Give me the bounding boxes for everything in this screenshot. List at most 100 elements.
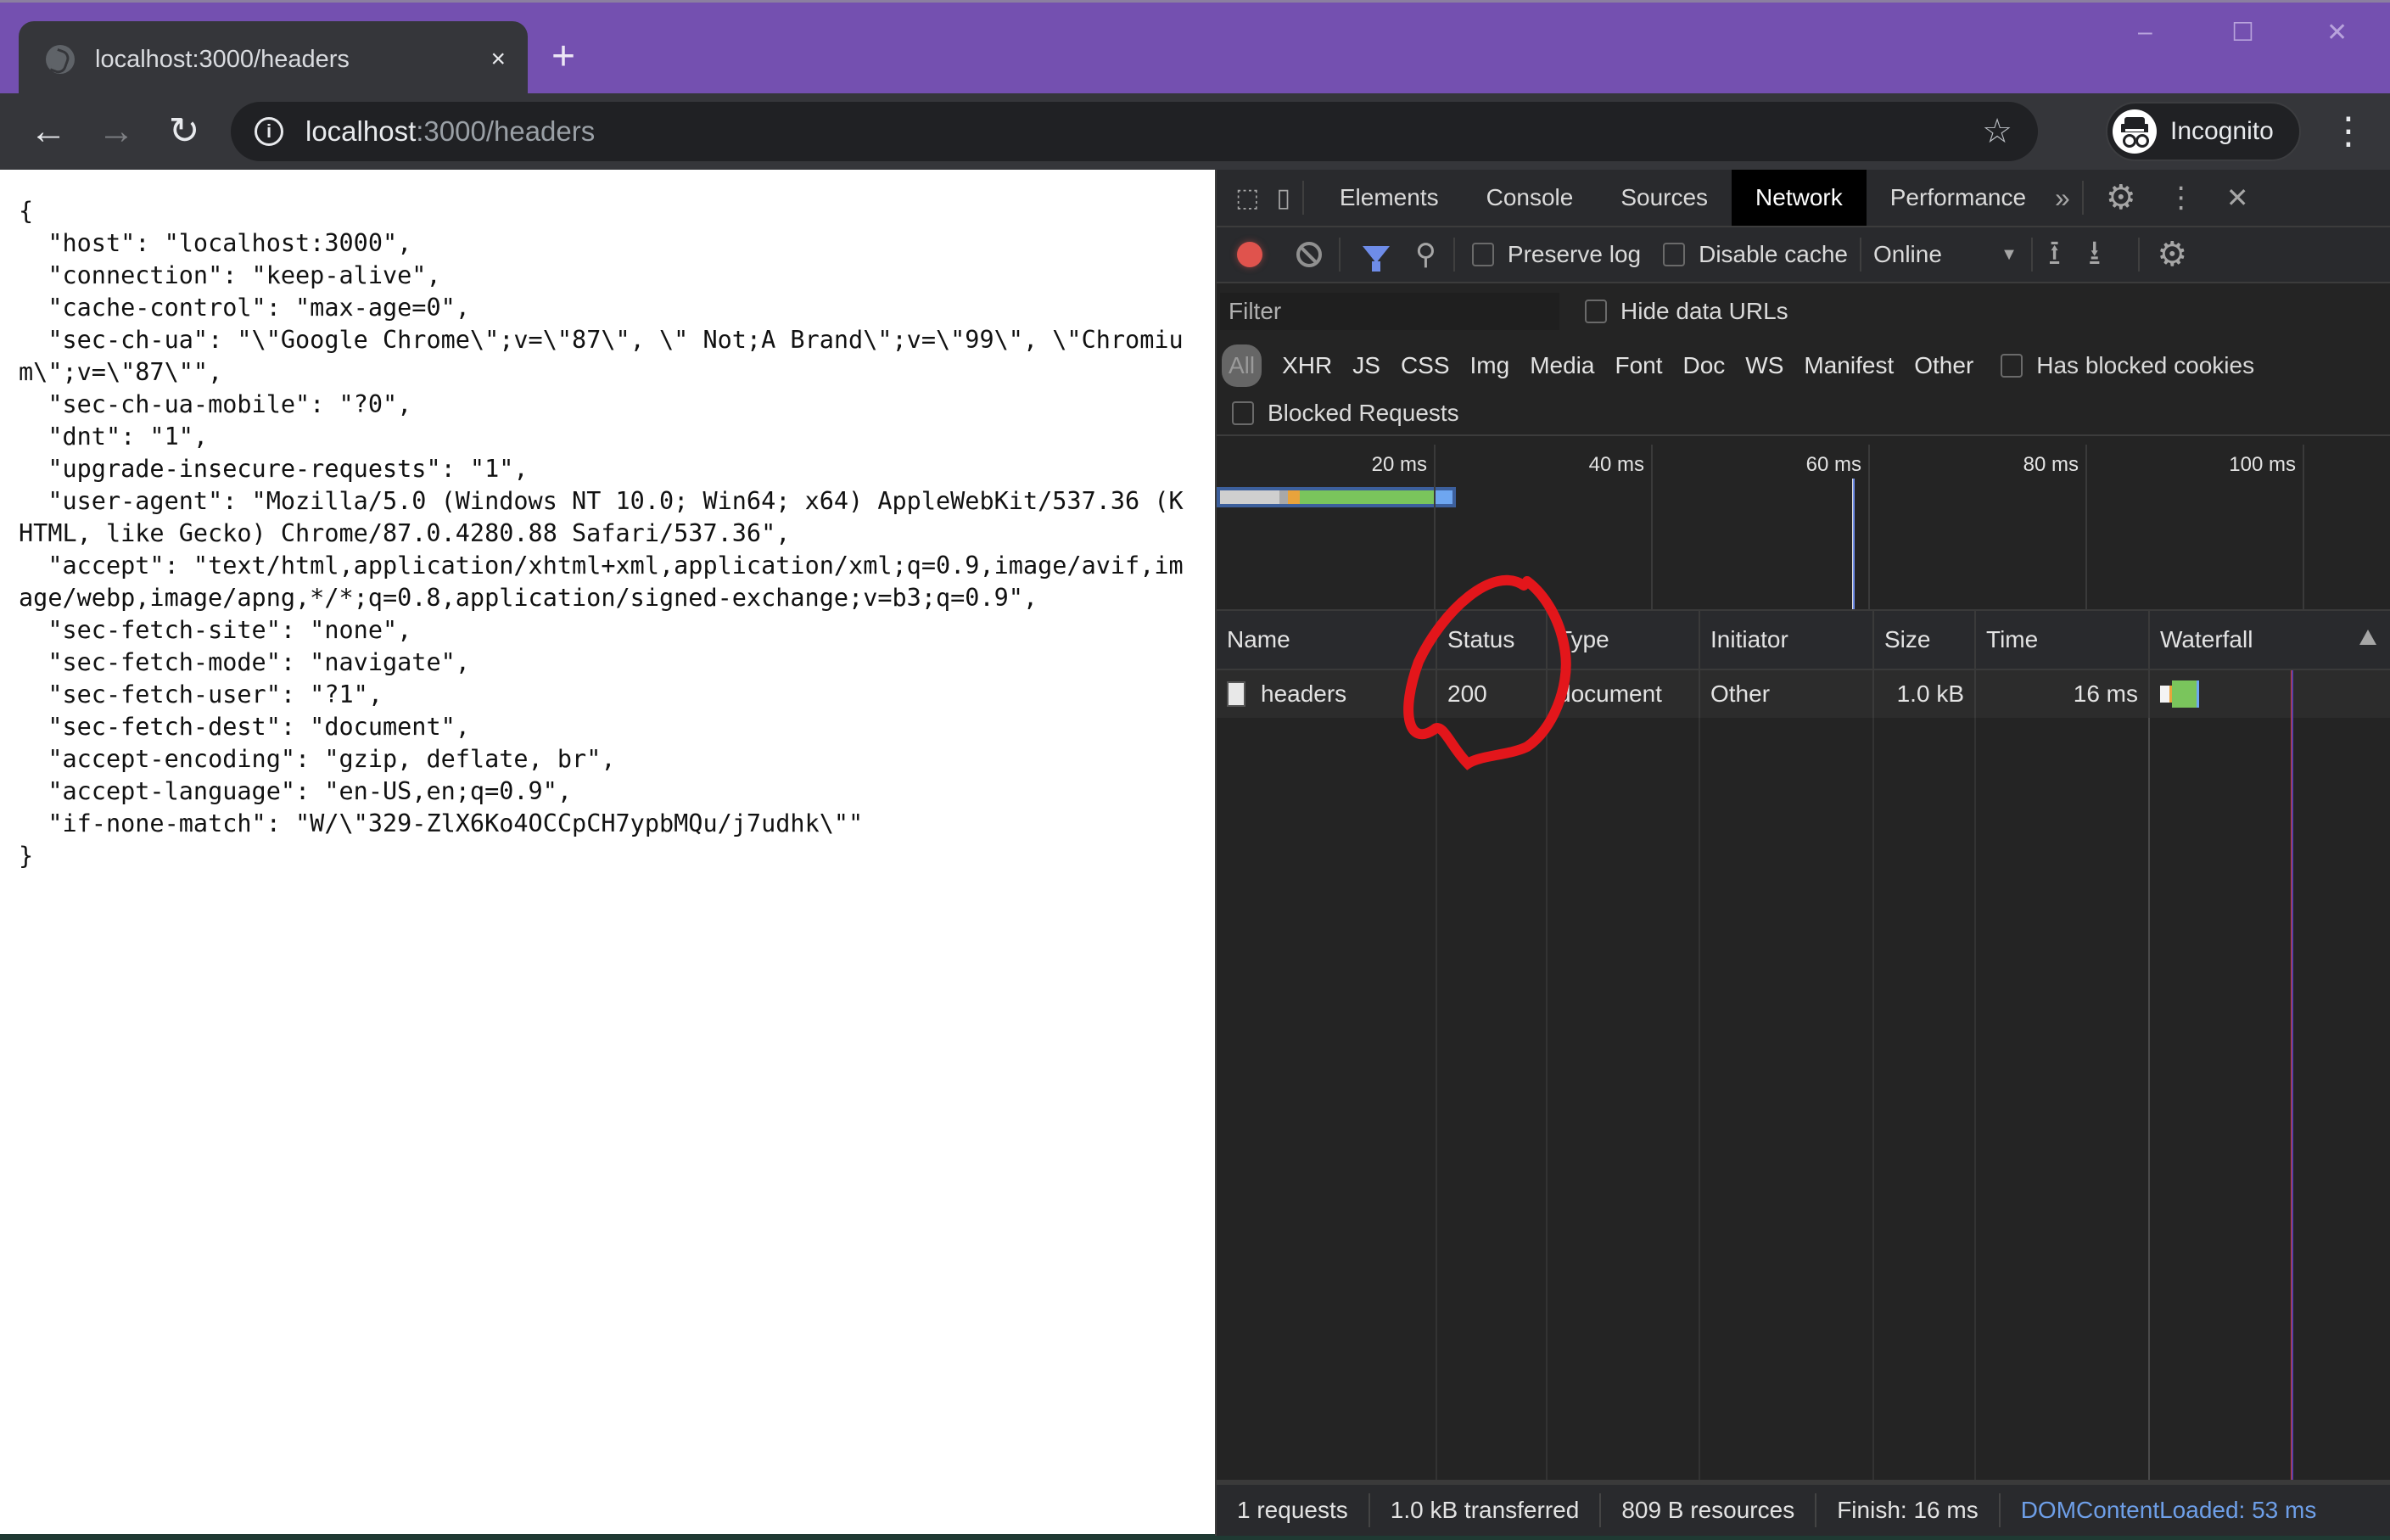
divider: [1452, 238, 1455, 272]
devtools-menu-icon[interactable]: ⋮: [2167, 181, 2196, 215]
tab-sources[interactable]: Sources: [1597, 170, 1732, 226]
bookmark-star-icon[interactable]: ☆: [1982, 112, 2012, 151]
inspect-element-icon[interactable]: ⬚: [1235, 183, 1259, 213]
dom-content-loaded-marker: [1851, 479, 1855, 609]
throttling-select[interactable]: Online ▼: [1873, 241, 2018, 268]
search-icon[interactable]: ⚲: [1415, 238, 1436, 272]
cell-initiator: Other: [1700, 670, 1874, 718]
window-close-button[interactable]: ✕: [2326, 18, 2348, 48]
filter-row: Hide data URLs: [1217, 283, 2390, 339]
forward-button[interactable]: →: [93, 109, 139, 154]
url-path: :3000/headers: [416, 115, 596, 147]
type-filter-font[interactable]: Font: [1604, 344, 1672, 387]
browser-tab[interactable]: localhost:3000/headers ×: [19, 21, 528, 98]
tab-network[interactable]: Network: [1732, 170, 1867, 226]
summary-requests: 1 requests: [1217, 1493, 1370, 1527]
blocked-requests-checkbox[interactable]: [1232, 401, 1254, 425]
divider: [2081, 181, 2084, 215]
maximize-button[interactable]: ☐: [2231, 18, 2254, 48]
overview-request-bar: [1217, 487, 1456, 507]
summary-dom-content-loaded: DOMContentLoaded: 53 ms: [2020, 1497, 2317, 1523]
cell-waterfall: [2150, 670, 2390, 718]
type-filter-manifest[interactable]: Manifest: [1794, 344, 1904, 387]
table-row[interactable]: headers 200 document Other 1.0 kB 16 ms: [1217, 670, 2390, 718]
request-name: headers: [1261, 680, 1347, 707]
more-tabs-icon[interactable]: »: [2055, 182, 2070, 214]
back-button[interactable]: ←: [25, 109, 71, 154]
url-host: localhost: [305, 115, 417, 147]
reload-button[interactable]: ↻: [161, 109, 207, 154]
timeline-gridline: [2303, 445, 2304, 609]
sort-ascending-icon[interactable]: [2359, 630, 2376, 645]
throttling-value: Online: [1872, 241, 1942, 267]
devtools-panel: ⬚ ▯ Elements Console Sources Network Per…: [1215, 170, 2390, 1536]
incognito-profile-button[interactable]: Incognito: [2106, 102, 2301, 161]
waterfall-queue-segment: [2160, 686, 2172, 703]
divider: [1859, 238, 1861, 272]
tab-title: localhost:3000/headers: [95, 45, 350, 73]
chevron-down-icon: ▼: [2001, 245, 2018, 264]
column-header-size[interactable]: Size: [1874, 611, 1976, 669]
network-toolbar: ⚲ Preserve log Disable cache Online ▼ ⭱ ⭳…: [1217, 227, 2390, 283]
hide-data-urls-checkbox[interactable]: [1585, 300, 1607, 323]
type-filter-other[interactable]: Other: [1904, 344, 1984, 387]
timeline-gridline: [1868, 445, 1870, 609]
cell-size: 1.0 kB: [1874, 670, 1976, 718]
close-devtools-icon[interactable]: ✕: [2226, 182, 2249, 214]
new-tab-button[interactable]: +: [551, 33, 575, 81]
type-filter-xhr[interactable]: XHR: [1272, 344, 1342, 387]
tab-elements[interactable]: Elements: [1316, 170, 1463, 226]
globe-icon: [46, 45, 75, 74]
type-filter-js[interactable]: JS: [1342, 344, 1391, 387]
browser-menu-icon[interactable]: ⋮: [2330, 109, 2367, 154]
tab-performance[interactable]: Performance: [1867, 170, 2050, 226]
timeline-tick-label: 60 ms: [1805, 453, 1861, 476]
url-text[interactable]: localhost:3000/headers: [305, 115, 595, 148]
device-toolbar-icon[interactable]: ▯: [1276, 183, 1290, 213]
tab-console[interactable]: Console: [1463, 170, 1598, 226]
divider: [2030, 238, 2033, 272]
divider: [2138, 238, 2141, 272]
overview-timeline[interactable]: 20 ms 40 ms 60 ms 80 ms 100 ms: [1217, 436, 2390, 614]
export-har-icon[interactable]: ⭳: [2090, 232, 2099, 277]
type-filter-ws[interactable]: WS: [1735, 344, 1794, 387]
has-blocked-cookies-checkbox[interactable]: [2001, 354, 2023, 378]
type-filter-all[interactable]: All: [1222, 344, 1262, 387]
cell-name: headers: [1217, 670, 1437, 718]
column-header-waterfall[interactable]: Waterfall: [2150, 611, 2390, 669]
type-filter-img[interactable]: Img: [1460, 344, 1520, 387]
column-header-status[interactable]: Status: [1437, 611, 1548, 669]
divider: [1301, 181, 1304, 215]
close-tab-icon[interactable]: ×: [490, 45, 506, 74]
page-content: { "host": "localhost:3000", "connection"…: [0, 170, 1215, 1534]
address-bar[interactable]: i localhost:3000/headers ☆: [231, 102, 2038, 161]
disable-cache-checkbox[interactable]: [1663, 243, 1686, 266]
column-header-time[interactable]: Time: [1976, 611, 2150, 669]
column-header-initiator[interactable]: Initiator: [1700, 611, 1874, 669]
type-filter-media[interactable]: Media: [1520, 344, 1604, 387]
clear-icon[interactable]: [1296, 242, 1322, 267]
filter-icon[interactable]: [1363, 246, 1390, 272]
timeline-gridline: [2085, 445, 2087, 609]
settings-gear-icon[interactable]: ⚙: [2106, 178, 2136, 217]
filter-input[interactable]: [1220, 293, 1559, 330]
column-header-type[interactable]: Type: [1548, 611, 1700, 669]
minimize-button[interactable]: –: [2138, 18, 2152, 47]
has-blocked-cookies-label: Has blocked cookies: [2036, 352, 2255, 378]
network-settings-gear-icon[interactable]: ⚙: [2157, 235, 2187, 274]
summary-finish: Finish: 16 ms: [1816, 1493, 2001, 1527]
table-header: Name Status Type Initiator Size Time Wat…: [1217, 611, 2390, 670]
preserve-log-checkbox[interactable]: [1471, 243, 1494, 266]
type-filter-css[interactable]: CSS: [1391, 344, 1460, 387]
timing-queue-segment: [1220, 490, 1279, 504]
record-button[interactable]: [1237, 242, 1262, 267]
timeline-gridline: [1651, 445, 1653, 609]
site-info-icon[interactable]: i: [255, 117, 283, 146]
waterfall-label: Waterfall: [2160, 626, 2253, 652]
timeline-tick-label: 20 ms: [1371, 453, 1427, 476]
incognito-icon: [2113, 109, 2157, 154]
import-har-icon[interactable]: ⭱: [2050, 232, 2059, 277]
divider: [1339, 238, 1341, 272]
type-filter-doc[interactable]: Doc: [1673, 344, 1736, 387]
column-header-name[interactable]: Name: [1217, 611, 1437, 669]
